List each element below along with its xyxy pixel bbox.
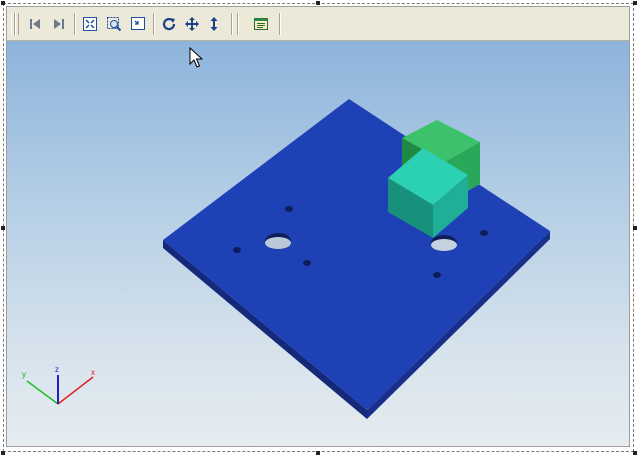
- toolbar-separator: [279, 13, 281, 35]
- base-plate: [163, 99, 550, 410]
- plate-hole-small: [303, 260, 311, 266]
- z-axis-label: z: [55, 365, 59, 374]
- last-frame-button[interactable]: [49, 14, 69, 34]
- plate-hole-small: [480, 230, 488, 236]
- plate-hole-small: [433, 272, 441, 278]
- resize-handle[interactable]: [316, 1, 320, 5]
- zoom-button[interactable]: [204, 14, 224, 34]
- axes-triad: x y z: [22, 365, 95, 405]
- y-axis-label: y: [22, 370, 26, 379]
- resize-handle[interactable]: [633, 451, 637, 455]
- scene-canvas[interactable]: x y z: [7, 41, 629, 446]
- properties-button[interactable]: [251, 14, 271, 34]
- resize-handle[interactable]: [1, 1, 5, 5]
- plate-hole-large: [431, 239, 457, 251]
- properties-icon: [254, 18, 268, 30]
- vertical-arrow-icon: [210, 17, 218, 31]
- toolbar-separator: [153, 13, 155, 35]
- resize-handle[interactable]: [1, 226, 5, 230]
- toolbar: [7, 7, 629, 41]
- mouse-pointer-icon: [189, 47, 203, 68]
- toolbar-grip[interactable]: [15, 13, 19, 35]
- toolbar-separator: [231, 13, 233, 35]
- plate-hole-small: [233, 247, 241, 253]
- skip-to-end-icon: [54, 19, 64, 29]
- 3d-viewport[interactable]: x y z: [7, 41, 629, 446]
- first-frame-button[interactable]: [25, 14, 45, 34]
- resize-handle[interactable]: [1, 451, 5, 455]
- toolbar-separator: [237, 13, 239, 35]
- resize-handle[interactable]: [316, 451, 320, 455]
- zoom-window-icon: [107, 17, 122, 32]
- skip-to-start-icon: [30, 19, 40, 29]
- pan-button[interactable]: [182, 14, 202, 34]
- resize-handle[interactable]: [633, 1, 637, 5]
- x-axis-label: x: [91, 368, 95, 377]
- resize-handle[interactable]: [633, 226, 637, 230]
- viewer-panel: x y z: [6, 6, 630, 447]
- fit-all-icon: [83, 17, 97, 31]
- zoom-area-icon: [131, 17, 145, 30]
- fit-all-button[interactable]: [80, 14, 100, 34]
- zoom-area-button[interactable]: [128, 14, 148, 34]
- toolbar-separator: [74, 13, 76, 35]
- zoom-window-button[interactable]: [104, 14, 124, 34]
- rotate-icon: [162, 17, 176, 31]
- plate-hole-small: [285, 206, 293, 212]
- plate-hole-large: [265, 237, 291, 249]
- pan-icon: [185, 17, 199, 31]
- x-axis-line: [57, 376, 94, 405]
- rotate-button[interactable]: [159, 14, 179, 34]
- y-axis-line: [26, 380, 59, 405]
